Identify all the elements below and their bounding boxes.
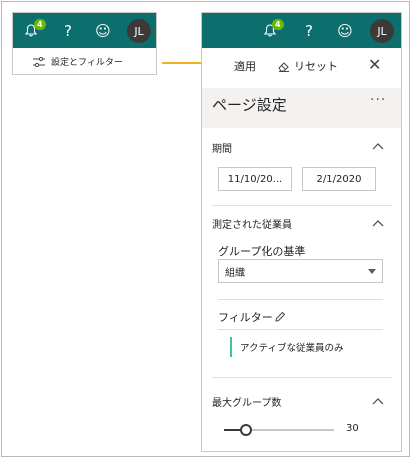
chevron-up-icon[interactable]: [372, 397, 384, 405]
reset-button[interactable]: リセット: [278, 58, 338, 74]
reset-label: リセット: [294, 60, 338, 73]
panel-action-bar: 適用 リセット ✕: [202, 48, 401, 88]
subsection-divider: [218, 329, 383, 330]
group-by-label: グループ化の基準: [218, 245, 306, 258]
apply-label: 適用: [234, 60, 256, 73]
group-by-value: 組織: [225, 267, 245, 279]
measured-employees-section: 測定された従業員 グループ化の基準 組織 フィルター アクティブな従業員のみ: [202, 213, 401, 373]
filter-item-label: アクティブな従業員のみ: [240, 343, 344, 354]
settings-and-filters-button[interactable]: 設定とフィルター: [13, 48, 156, 75]
avatar[interactable]: JL: [127, 19, 151, 43]
period-section: 期間 11/10/20... 2/1/2020: [202, 137, 401, 197]
eraser-icon: [278, 61, 289, 72]
help-icon[interactable]: ?: [302, 13, 316, 48]
page-title-row: ページ設定 ···: [202, 88, 401, 128]
app-topbar: 4 ? ☺ JL: [13, 13, 156, 48]
slider-thumb[interactable]: [240, 424, 252, 436]
slider-value: 30: [346, 423, 359, 434]
filter-label: フィルター: [218, 311, 273, 324]
avatar[interactable]: JL: [370, 19, 394, 43]
mini-app-window: 4 ? ☺ JL 設定とフィルター: [12, 12, 157, 75]
page-title: ページ設定: [212, 96, 287, 114]
sliders-icon: [33, 56, 45, 67]
chevron-up-icon[interactable]: [372, 142, 384, 150]
pencil-icon[interactable]: [274, 311, 286, 323]
slider-track[interactable]: [224, 424, 334, 436]
panel-topbar: 4 ? ☺ JL: [202, 13, 401, 48]
section-divider: [212, 377, 392, 378]
feedback-icon[interactable]: ☺: [95, 13, 111, 48]
screenshot-frame: 4 ? ☺ JL 設定とフィルター 4 ? ☺ JL 適用 リセット ✕ ページ…: [1, 1, 410, 457]
start-date-input[interactable]: 11/10/20...: [218, 167, 292, 191]
close-icon[interactable]: ✕: [368, 57, 381, 73]
group-by-dropdown[interactable]: 組織: [218, 259, 383, 283]
notification-badge: 4: [34, 19, 46, 30]
help-icon[interactable]: ?: [61, 13, 75, 48]
max-groups-slider[interactable]: 30: [202, 423, 401, 436]
filter-header: フィルター: [218, 309, 286, 325]
end-date-input[interactable]: 2/1/2020: [302, 167, 376, 191]
max-groups-title: 最大グループ数: [212, 398, 282, 409]
settings-panel: 4 ? ☺ JL 適用 リセット ✕ ページ設定 ··· 期間 11/10/20…: [201, 12, 402, 452]
section-divider: [212, 205, 392, 206]
subsection-divider: [218, 299, 383, 300]
measured-employees-title: 測定された従業員: [212, 220, 292, 231]
filter-item[interactable]: アクティブな従業員のみ: [230, 337, 343, 357]
more-options-icon[interactable]: ···: [370, 92, 386, 108]
chevron-up-icon[interactable]: [372, 219, 384, 227]
feedback-icon[interactable]: ☺: [337, 13, 353, 48]
period-title: 期間: [212, 144, 232, 155]
chevron-down-icon: [368, 269, 376, 274]
max-groups-section: 最大グループ数 30: [202, 391, 401, 451]
settings-and-filters-label: 設定とフィルター: [51, 58, 123, 68]
notification-badge: 4: [272, 19, 284, 30]
apply-button[interactable]: 適用: [234, 58, 256, 74]
